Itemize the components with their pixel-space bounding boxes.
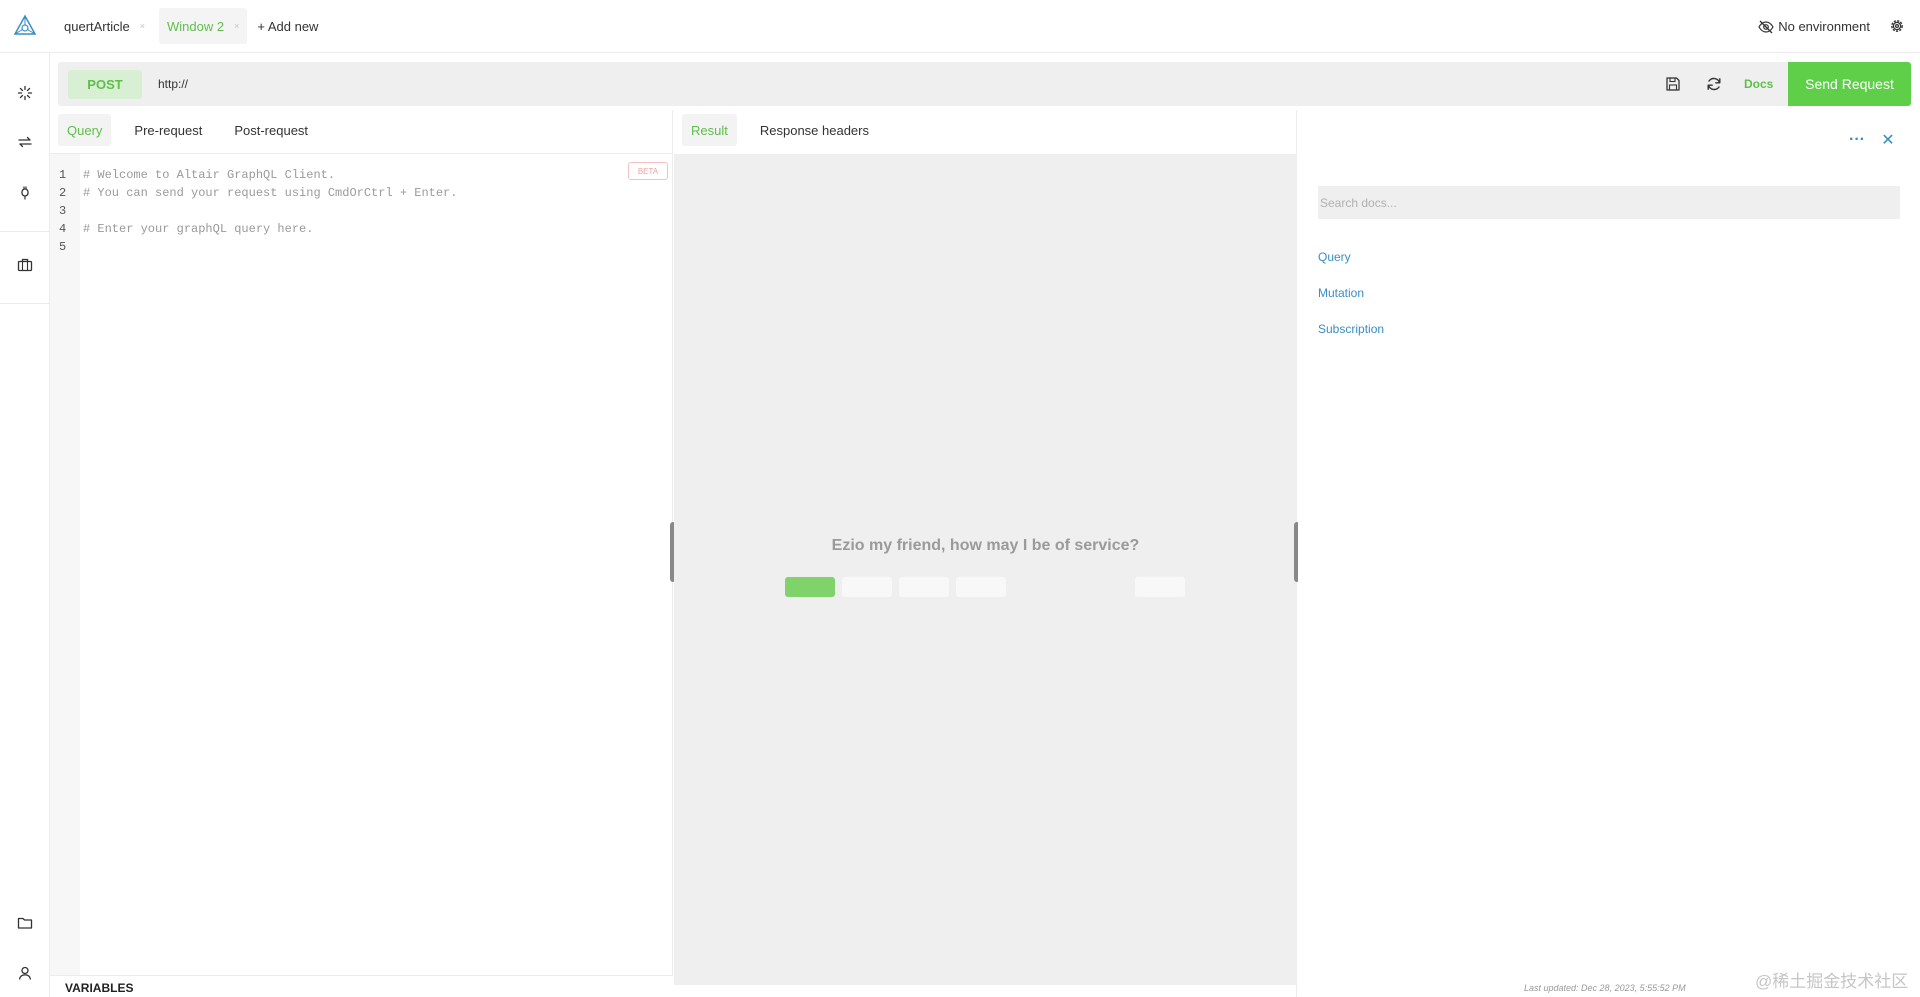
user-icon (18, 966, 32, 980)
tab-close-icon[interactable]: × (234, 21, 239, 31)
result-pane: Result Response headers Ezio my friend, … (674, 110, 1297, 997)
window-tab-bar: quertArticle × Window 2 × + Add new No e… (0, 0, 1920, 53)
plug-icon (21, 186, 29, 200)
docs-item-mutation[interactable]: Mutation (1318, 286, 1364, 300)
shortcut-key (899, 577, 949, 597)
line-number: 4 (59, 222, 67, 236)
folder-icon (17, 917, 33, 929)
window-tab-window-2[interactable]: Window 2 × (159, 8, 248, 44)
shortcut-key (842, 577, 892, 597)
left-sidebar (0, 53, 50, 997)
plugins-button[interactable] (0, 181, 50, 205)
query-pane: Query Pre-request Post-request 1 2 3 4 5… (50, 110, 673, 997)
docs-pane: ··· ✕ Query Mutation Subscription Last u… (1298, 110, 1920, 997)
sidebar-divider (0, 303, 50, 304)
query-tabs: Query Pre-request Post-request (58, 114, 331, 146)
collections-folder-button[interactable] (0, 911, 50, 935)
docs-close-icon[interactable]: ✕ (1878, 130, 1898, 150)
docs-item-query[interactable]: Query (1318, 250, 1351, 264)
tab-pre-request[interactable]: Pre-request (125, 114, 211, 146)
empty-state-message: Ezio my friend, how may I be of service? (831, 537, 1140, 554)
window-tab-label: quertArticle (64, 18, 130, 34)
watermark: @稀土掘金技术社区 (1755, 972, 1909, 991)
settings-gear-icon[interactable] (1888, 17, 1906, 35)
refresh-icon[interactable] (1705, 75, 1723, 93)
request-url-bar: POST Docs Send Request (58, 62, 1911, 106)
shortcut-key (785, 577, 835, 597)
tab-close-icon[interactable]: × (140, 21, 145, 31)
switch-button[interactable] (0, 130, 50, 154)
eye-off-icon (1758, 20, 1774, 33)
tab-query[interactable]: Query (58, 114, 112, 146)
tab-result[interactable]: Result (682, 114, 737, 146)
code-line: # You can send your request using CmdOrC… (83, 186, 458, 200)
briefcase-icon (17, 258, 33, 272)
reload-docs-button[interactable] (0, 81, 50, 105)
line-number: 2 (59, 186, 67, 200)
loader-icon (17, 85, 33, 101)
http-method-select[interactable]: POST (68, 70, 142, 99)
altair-logo-icon (0, 0, 50, 53)
environment-selector[interactable]: No environment (1758, 0, 1870, 53)
editor-gutter: 1 2 3 4 5 (50, 154, 80, 975)
sidebar-divider (0, 231, 50, 232)
shortcut-key (956, 577, 1006, 597)
line-number: 1 (59, 168, 67, 182)
variables-bar[interactable]: VARIABLES (50, 975, 673, 997)
line-number: 3 (59, 204, 67, 218)
last-updated-text: Last updated: Dec 28, 2023, 5:55:52 PM (1524, 983, 1686, 993)
collections-button[interactable] (0, 253, 50, 277)
shortcut-key (1135, 577, 1185, 597)
window-tab-quertarticle[interactable]: quertArticle × (56, 8, 153, 44)
docs-more-options-icon[interactable]: ··· (1847, 130, 1867, 150)
docs-item-subscription[interactable]: Subscription (1318, 322, 1384, 336)
save-icon[interactable] (1664, 75, 1682, 93)
account-button[interactable] (0, 961, 50, 985)
url-input[interactable] (158, 70, 1558, 98)
code-line: # Welcome to Altair GraphQL Client. (83, 168, 336, 182)
beta-badge: BETA (628, 162, 668, 180)
variables-label: VARIABLES (65, 981, 134, 995)
docs-search-input[interactable] (1318, 186, 1900, 219)
window-tab-label: Window 2 (167, 18, 225, 34)
add-new-window-button[interactable]: + Add new (257, 19, 318, 34)
result-area: Ezio my friend, how may I be of service? (674, 154, 1297, 985)
tabs-divider (50, 153, 673, 154)
docs-toggle-button[interactable]: Docs (1744, 77, 1773, 91)
result-tabs: Result Response headers (682, 114, 892, 146)
environment-label: No environment (1778, 19, 1870, 34)
code-line: # Enter your graphQL query here. (83, 222, 314, 236)
tab-post-request[interactable]: Post-request (225, 114, 317, 146)
repeat-icon (18, 136, 32, 148)
line-number: 5 (59, 240, 67, 254)
send-request-button[interactable]: Send Request (1788, 62, 1911, 106)
tab-response-headers[interactable]: Response headers (751, 114, 878, 146)
